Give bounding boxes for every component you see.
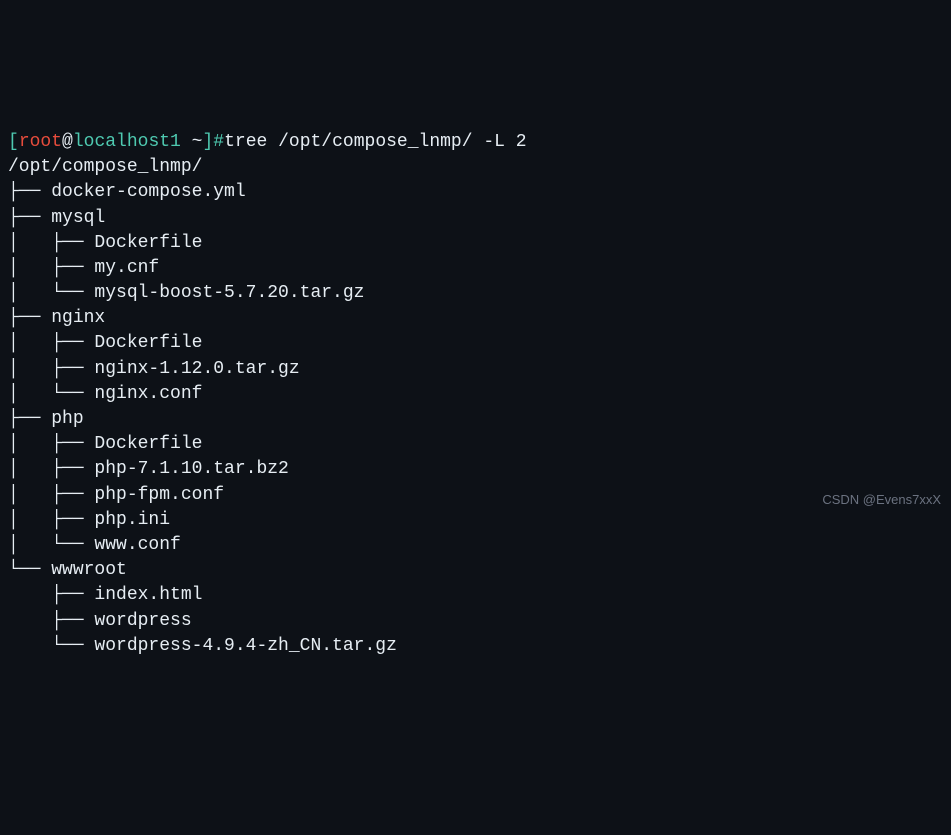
tree-branch: └──: [8, 636, 94, 656]
file-entry: my.cnf: [94, 258, 159, 278]
file-entry: Dockerfile: [94, 333, 202, 353]
tree-branch: ├──: [8, 308, 51, 328]
file-entry: Dockerfile: [94, 434, 202, 454]
dir-entry: nginx: [51, 308, 105, 328]
file-entry: nginx.conf: [94, 384, 202, 404]
file-entry: wordpress-4.9.4-zh_CN.tar.gz: [94, 636, 396, 656]
root-path: /opt/compose_lnmp/: [8, 157, 202, 177]
tree-branch: ├──: [8, 208, 51, 228]
dir-entry: php: [51, 409, 83, 429]
file-entry: docker-compose.yml: [51, 182, 245, 202]
dir-entry: wwwroot: [51, 560, 127, 580]
file-entry: php-7.1.10.tar.bz2: [94, 459, 288, 479]
tree-branch: ├──: [8, 611, 94, 631]
tree-branch: ├──: [8, 182, 51, 202]
tree-branch: │ ├──: [8, 485, 94, 505]
prompt-bracket-open: [: [8, 132, 19, 152]
watermark-text: CSDN @Evens7xxX: [822, 491, 941, 509]
prompt-bracket-close: ]#: [202, 132, 224, 152]
file-entry: php.ini: [94, 510, 170, 530]
tree-branch: │ ├──: [8, 359, 94, 379]
file-entry: www.conf: [94, 535, 180, 555]
tree-branch: │ └──: [8, 535, 94, 555]
tree-branch: │ └──: [8, 283, 94, 303]
file-entry: nginx-1.12.0.tar.gz: [94, 359, 299, 379]
tree-branch: │ └──: [8, 384, 94, 404]
tree-branch: │ ├──: [8, 233, 94, 253]
prompt-user: root: [19, 132, 62, 152]
file-entry: mysql-boost-5.7.20.tar.gz: [94, 283, 364, 303]
tree-branch: ├──: [8, 409, 51, 429]
terminal-output: [root@localhost1 ~]#tree /opt/compose_ln…: [8, 105, 943, 659]
file-entry: Dockerfile: [94, 233, 202, 253]
dir-entry: wordpress: [94, 611, 191, 631]
tree-branch: │ ├──: [8, 510, 94, 530]
command-option: -L 2: [483, 132, 526, 152]
prompt-host: localhost1: [73, 132, 181, 152]
prompt-path: ~: [181, 132, 203, 152]
command-text: tree /opt/compose_lnmp/: [224, 132, 483, 152]
file-entry: php-fpm.conf: [94, 485, 224, 505]
tree-branch: │ ├──: [8, 333, 94, 353]
dir-entry: mysql: [51, 208, 105, 228]
prompt-at: @: [62, 132, 73, 152]
file-entry: index.html: [94, 585, 202, 605]
tree-branch: │ ├──: [8, 434, 94, 454]
tree-branch: │ ├──: [8, 258, 94, 278]
tree-branch: ├──: [8, 585, 94, 605]
tree-branch: │ ├──: [8, 459, 94, 479]
tree-branch: └──: [8, 560, 51, 580]
